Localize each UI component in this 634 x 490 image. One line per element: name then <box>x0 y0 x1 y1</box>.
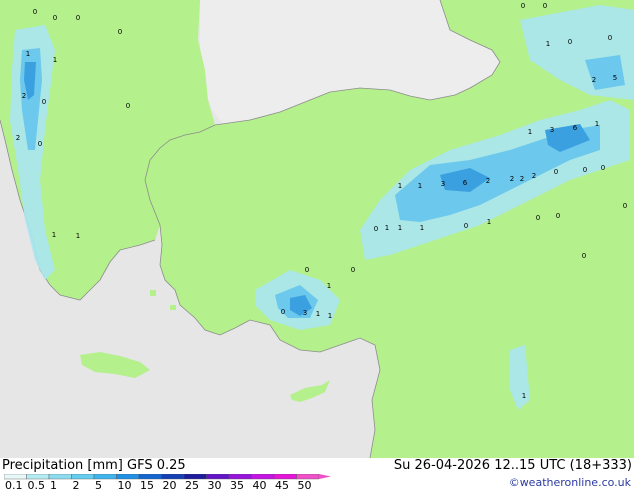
value-label: 2 <box>520 175 524 183</box>
value-label: 1 <box>398 224 402 232</box>
scale-label: 1 <box>50 479 57 490</box>
value-label: 0 <box>583 166 587 174</box>
scale-label: 25 <box>185 479 199 490</box>
scale-label: 15 <box>140 479 154 490</box>
scale-label: 40 <box>253 479 267 490</box>
value-label: 5 <box>613 74 617 82</box>
map-title: Precipitation [mm] GFS 0.25 <box>2 458 186 473</box>
value-label: 0 <box>351 266 355 274</box>
scale-label: 35 <box>230 479 244 490</box>
value-label: 3 <box>303 309 307 317</box>
value-label: 0 <box>118 28 122 36</box>
value-label: 0 <box>543 2 547 10</box>
value-label: 1 <box>522 392 526 400</box>
value-label: 1 <box>595 120 599 128</box>
value-label: 1 <box>546 40 550 48</box>
value-label: 0 <box>556 212 560 220</box>
value-label: 2 <box>532 172 536 180</box>
precipitation-map[interactable]: 0 0 0 0 1 1 0 0 1 0 0 2 5 2 0 1 2 0 1 3 … <box>0 0 634 458</box>
scale-arrow <box>319 474 331 479</box>
value-label: 1 <box>76 232 80 240</box>
value-label: 3 <box>550 126 554 134</box>
value-label: 2 <box>486 177 490 185</box>
value-label: 1 <box>398 182 402 190</box>
scale-label: 2 <box>73 479 80 490</box>
value-label: 0 <box>521 2 525 10</box>
value-label: 1 <box>52 231 56 239</box>
scale-label: 30 <box>208 479 222 490</box>
value-label: 1 <box>385 224 389 232</box>
value-label: 0 <box>623 202 627 210</box>
value-label: 1 <box>53 56 57 64</box>
value-label: 0 <box>464 222 468 230</box>
scale-label: 20 <box>163 479 177 490</box>
value-label: 0 <box>38 140 42 148</box>
value-label: 1 <box>327 282 331 290</box>
value-label: 1 <box>418 182 422 190</box>
value-label: 0 <box>568 38 572 46</box>
value-label: 2 <box>22 92 26 100</box>
value-label: 1 <box>420 224 424 232</box>
scale-label: 10 <box>118 479 132 490</box>
value-label: 1 <box>26 50 30 58</box>
value-label: 2 <box>592 76 596 84</box>
value-label: 6 <box>573 124 578 132</box>
value-label: 6 <box>463 179 468 187</box>
value-label: 3 <box>441 180 445 188</box>
precipitation-color-scale: 0.1 0.5 1 2 5 10 15 20 25 30 35 40 45 50 <box>4 474 331 490</box>
scale-label: 0.5 <box>28 479 46 490</box>
value-label: 0 <box>601 164 605 172</box>
value-label: 0 <box>374 225 378 233</box>
value-label: 0 <box>582 252 586 260</box>
value-label: 0 <box>33 8 37 16</box>
value-label: 1 <box>528 128 532 136</box>
value-label: 2 <box>16 134 20 142</box>
value-label: 0 <box>42 98 46 106</box>
value-label: 2 <box>510 175 514 183</box>
scale-label: 45 <box>275 479 289 490</box>
forecast-datetime: Su 26-04-2026 12..15 UTC (18+333) <box>393 458 632 473</box>
value-label: 0 <box>281 308 285 316</box>
value-label: 0 <box>126 102 130 110</box>
value-label: 1 <box>328 312 332 320</box>
scale-label: 0.1 <box>5 479 23 490</box>
value-label: 1 <box>487 218 491 226</box>
value-label: 1 <box>316 310 320 318</box>
value-label: 0 <box>536 214 540 222</box>
value-label: 0 <box>554 168 558 176</box>
value-label: 0 <box>608 34 612 42</box>
map-footer: Precipitation [mm] GFS 0.25 Su 26-04-202… <box>0 458 634 490</box>
value-label: 0 <box>53 14 57 22</box>
value-label: 0 <box>305 266 309 274</box>
value-label: 0 <box>76 14 80 22</box>
scale-label: 50 <box>298 479 312 490</box>
credit-link[interactable]: ©weatheronline.co.uk <box>509 476 631 489</box>
scale-label: 5 <box>95 479 102 490</box>
